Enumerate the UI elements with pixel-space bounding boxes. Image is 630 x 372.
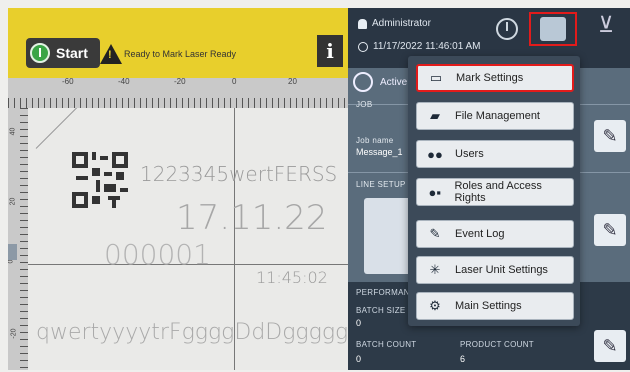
tools-dropdown-menu: ▭ Mark Settings ▰ File Management ●● Use… — [408, 56, 580, 326]
roles-icon: ●▪ — [428, 184, 441, 200]
product-count-label: PRODUCT COUNT — [460, 340, 534, 349]
warning-icon[interactable] — [100, 44, 122, 64]
edit-line-setup-button[interactable]: ✎ — [594, 214, 626, 246]
mark-settings-icon: ▭ — [429, 70, 443, 85]
performance-label: PERFORMANC — [356, 288, 416, 297]
menu-item-label: Main Settings — [455, 300, 522, 312]
folder-icon: ▰ — [430, 108, 440, 123]
tools-menu-button[interactable] — [529, 12, 577, 46]
menu-item-label: Event Log — [455, 228, 505, 240]
menu-item-main-settings[interactable]: ⚙ Main Settings — [416, 292, 574, 320]
batch-size-label: BATCH SIZE — [356, 306, 406, 315]
ruler-label: 0 — [232, 77, 237, 86]
canvas-text-time: 11:45:02 — [256, 268, 328, 287]
close-icon[interactable]: ⊻ — [598, 12, 614, 38]
user-icon — [358, 18, 367, 29]
menu-item-label: File Management — [455, 110, 540, 122]
menu-item-label: Roles and Access Rights — [454, 180, 542, 204]
job-name-label: Job name — [356, 136, 394, 145]
vruler-label: 0 — [8, 259, 15, 264]
menu-item-label: Users — [455, 148, 484, 160]
status-header: Start Ready to Mark Laser Ready i — [8, 8, 348, 78]
datetime-info: 11/17/2022 11:46:01 AM — [358, 41, 481, 52]
ruler-label: 20 — [288, 77, 297, 86]
menu-item-users[interactable]: ●● Users — [416, 140, 574, 168]
edit-job-button[interactable]: ✎ — [594, 120, 626, 152]
vruler-label: 40 — [9, 127, 17, 136]
line-setup-label: LINE SETUP — [356, 180, 406, 189]
menu-item-label: Laser Unit Settings — [455, 264, 548, 276]
active-icon — [353, 72, 373, 92]
menu-item-label: Mark Settings — [456, 72, 524, 84]
vruler-label: -20 — [10, 328, 18, 339]
canvas-text-date: 17.11.22 — [176, 198, 328, 238]
batch-size-value: 0 — [356, 318, 362, 328]
batch-count-label: BATCH COUNT — [356, 340, 417, 349]
power-on-icon — [30, 43, 50, 63]
info-button[interactable]: i — [317, 35, 343, 67]
ruler-label: -40 — [118, 77, 130, 86]
user-name: Administrator — [372, 18, 431, 29]
canvas-text-counter: 000001 — [104, 238, 211, 271]
mark-preview-canvas[interactable]: 1223345wertFERSS 17.11.22 000001 11:45:0… — [28, 108, 348, 370]
batch-count-value: 0 — [356, 354, 362, 364]
datetime-text: 11/17/2022 11:46:01 AM — [373, 41, 481, 52]
status-text: Ready to Mark Laser Ready — [124, 49, 237, 59]
ruler-label: -60 — [62, 77, 74, 86]
tools-icon — [540, 17, 566, 41]
menu-item-file-management[interactable]: ▰ File Management — [416, 102, 574, 130]
main-settings-icon: ⚙ — [429, 298, 441, 313]
vertical-ruler: 40 20 0 -20 — [8, 108, 28, 370]
job-section-label: JOB — [356, 100, 373, 109]
product-count-value: 6 — [460, 354, 466, 364]
menu-item-roles-access[interactable]: ●▪ Roles and Access Rights — [416, 178, 574, 206]
edit-performance-button[interactable]: ✎ — [594, 330, 626, 362]
ruler-ticks — [8, 98, 348, 108]
guide-line — [35, 108, 86, 149]
canvas-text-line: 1223345wertFERSS — [140, 162, 338, 186]
menu-item-laser-unit-settings[interactable]: ✳ Laser Unit Settings — [416, 256, 574, 284]
users-icon: ●● — [427, 146, 443, 162]
laser-icon: ✳ — [429, 262, 441, 277]
horizontal-ruler: -60 -40 -20 0 20 — [8, 77, 348, 109]
job-name-value: Message_1 — [356, 147, 403, 157]
menu-item-event-log[interactable]: ✎ Event Log — [416, 220, 574, 248]
active-label: Active — [380, 77, 408, 88]
start-button[interactable]: Start — [26, 38, 100, 68]
menu-item-mark-settings[interactable]: ▭ Mark Settings — [416, 64, 574, 92]
event-log-icon: ✎ — [429, 226, 441, 241]
start-label: Start — [56, 45, 88, 61]
vruler-label: 20 — [9, 197, 17, 206]
user-info[interactable]: Administrator — [358, 18, 431, 29]
hmi-screen: Start Ready to Mark Laser Ready i -60 -4… — [8, 8, 630, 370]
side-tab[interactable] — [8, 244, 17, 260]
device-frame: Start Ready to Mark Laser Ready i -60 -4… — [0, 0, 630, 372]
power-icon[interactable] — [496, 18, 518, 40]
canvas-text-line: qwertyyyytrFggggDdDggggg — [36, 320, 348, 345]
ruler-label: -20 — [174, 77, 186, 86]
qr-code — [72, 152, 128, 208]
clock-icon — [358, 41, 368, 52]
